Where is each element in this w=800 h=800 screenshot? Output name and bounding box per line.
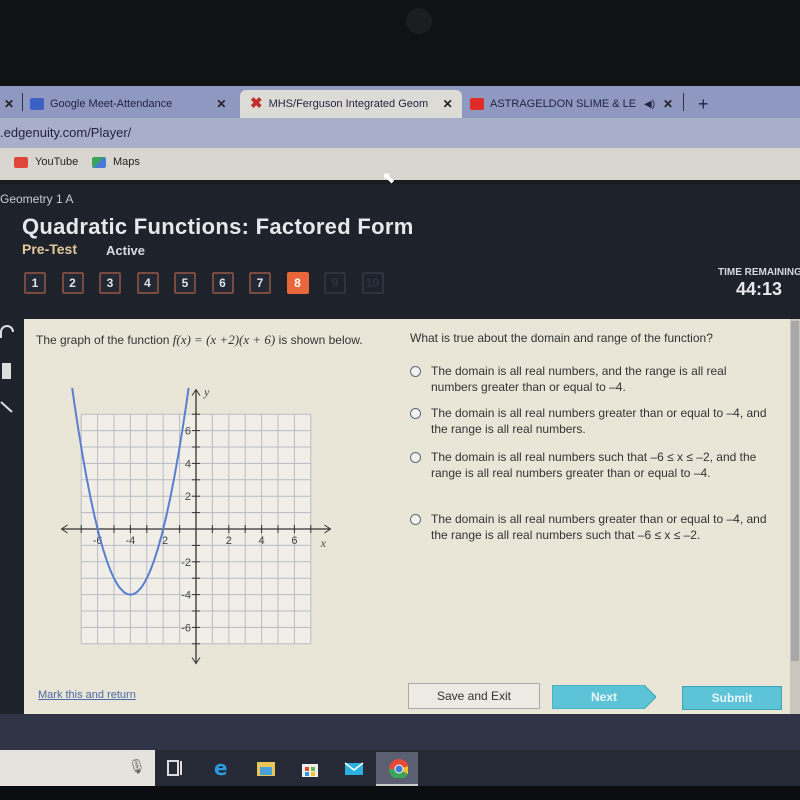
lesson-title: Quadratic Functions: Factored Form (22, 214, 414, 239)
bookmark-label: Maps (113, 156, 140, 168)
question-nav-5[interactable]: 5 (174, 272, 196, 294)
task-view-icon[interactable] (164, 758, 184, 778)
y-tick-label: -4 (181, 590, 191, 602)
option-text: The domain is all real numbers greater t… (431, 512, 767, 542)
headphones-icon[interactable] (0, 324, 14, 342)
taskbar-search-box[interactable]: 🎙 (0, 750, 155, 786)
x-logo-icon: ✖ (250, 95, 263, 112)
tab-youtube-video[interactable]: ASTRAGELDON SLIME & LEV ◀) ✕ (470, 90, 690, 118)
maps-icon (92, 156, 106, 168)
question-nav-6[interactable]: 6 (211, 272, 234, 294)
answer-option-4[interactable]: The domain is all real numbers greater t… (410, 511, 775, 543)
browser-tab-bar: ✕ Google Meet-Attendance ✕ ✖ MHS/Ferguso… (0, 86, 800, 118)
question-nav-7[interactable]: 7 (249, 272, 271, 294)
timer-value: 44:13 (736, 279, 783, 299)
next-button[interactable]: Next (552, 685, 656, 709)
radio-button[interactable] (410, 366, 421, 377)
close-icon[interactable]: ✕ (4, 97, 14, 111)
chrome-icon[interactable] (388, 758, 408, 778)
monitor-bezel (0, 0, 800, 86)
y-tick-label: -6 (181, 622, 191, 634)
answer-option-2[interactable]: The domain is all real numbers greater t… (410, 405, 775, 437)
tab-label: ASTRAGELDON SLIME & LEV (490, 98, 636, 110)
question-prompt: What is true about the domain and range … (410, 331, 713, 345)
plus-icon: + (698, 93, 709, 114)
speaker-icon[interactable]: ◀) (644, 99, 655, 110)
option-text: The domain is all real numbers, and the … (431, 364, 727, 394)
question-panel: The graph of the function f(x) = (x +2)(… (24, 319, 800, 714)
bookmarks-bar: YouTube Maps ⬉ (0, 148, 800, 187)
bookmark-maps[interactable]: Maps (92, 156, 140, 168)
y-tick-label: -2 (181, 557, 191, 569)
option-text: The domain is all real numbers greater t… (431, 406, 767, 436)
microsoft-store-icon[interactable] (300, 758, 320, 778)
scrollbar-thumb[interactable] (791, 321, 799, 661)
activity-status: Active (106, 243, 146, 258)
answer-option-1[interactable]: The domain is all real numbers, and the … (410, 363, 775, 395)
y-tick-label: 2 (185, 491, 191, 503)
youtube-icon (14, 156, 28, 168)
option-text: The domain is all real numbers such that… (431, 450, 757, 480)
next-label: Next (590, 690, 617, 704)
function-expression: f(x) = (x +2)(x + 6) (172, 332, 276, 347)
url-text[interactable]: .edgenuity.com/Player/ (0, 125, 131, 140)
question-nav-9: 9 (324, 272, 346, 294)
bookmark-youtube[interactable]: YouTube (14, 156, 78, 168)
microphone-icon[interactable]: 🎙 (128, 758, 146, 775)
tab-google-meet[interactable]: Google Meet-Attendance ✕ (30, 90, 240, 118)
function-graph: -6 -4 -2 2 4 6642-2-4-6xy (60, 385, 332, 665)
x-tick-label: 2 (226, 535, 232, 547)
save-and-exit-button[interactable]: Save and Exit (408, 683, 540, 709)
tab-mhs-ferguson[interactable]: ✖ MHS/Ferguson Integrated Geom ✕ (240, 90, 462, 118)
x-tick-label: 6 (291, 535, 297, 547)
new-tab-button[interactable]: + (698, 90, 709, 118)
submit-button[interactable]: Submit (682, 686, 782, 710)
tab-divider (22, 93, 23, 111)
y-tick-label: 6 (185, 426, 191, 438)
close-icon[interactable]: ✕ (663, 97, 673, 111)
bookmark-label: YouTube (35, 156, 79, 168)
answer-option-3[interactable]: The domain is all real numbers such that… (410, 449, 775, 481)
tab-previous-close[interactable]: ✕ (0, 90, 14, 118)
close-icon[interactable]: ✕ (443, 97, 453, 111)
monitor-lower-frame (0, 714, 800, 750)
question-nav-8[interactable]: 8 (286, 272, 309, 294)
youtube-icon (470, 98, 484, 110)
question-nav-3[interactable]: 3 (99, 272, 121, 294)
edge-browser-icon[interactable]: e (212, 758, 232, 778)
x-axis-label: x (320, 536, 327, 550)
tab-label: MHS/Ferguson Integrated Geom (268, 98, 429, 110)
edgenuity-player: Geometry 1 A Quadratic Functions: Factor… (0, 184, 800, 714)
timer-label: TIME REMAINING (718, 267, 800, 278)
address-bar[interactable]: .edgenuity.com/Player/ (0, 118, 800, 148)
mark-and-return-link[interactable]: Mark this and return (38, 689, 136, 701)
stem-text: is shown below. (275, 333, 363, 347)
x-tick-label: -4 (126, 535, 136, 547)
question-nav-4[interactable]: 4 (136, 272, 159, 294)
close-icon[interactable]: ✕ (216, 97, 226, 111)
file-explorer-icon[interactable] (256, 758, 276, 778)
google-meet-icon (30, 98, 44, 110)
pencil-icon[interactable] (0, 398, 14, 416)
desk-surface (0, 786, 800, 800)
stem-text: The graph of the function (36, 333, 173, 347)
tab-divider (683, 93, 684, 111)
question-stem: The graph of the function f(x) = (x +2)(… (36, 331, 376, 349)
webcam (406, 8, 432, 34)
radio-button[interactable] (410, 452, 421, 463)
activity-type: Pre-Test (22, 241, 77, 257)
question-nav-10: 10 (361, 272, 384, 294)
mail-icon[interactable] (344, 758, 364, 778)
notepad-icon[interactable] (0, 362, 14, 380)
question-nav-2[interactable]: 2 (61, 272, 84, 294)
y-tick-label: 4 (185, 458, 191, 470)
question-nav-1[interactable]: 1 (24, 272, 46, 294)
x-tick-label: 4 (259, 535, 265, 547)
tab-label: Google Meet-Attendance (50, 98, 173, 110)
radio-button[interactable] (410, 514, 421, 525)
course-name: Geometry 1 A (0, 192, 74, 206)
radio-button[interactable] (410, 408, 421, 419)
svg-text:e: e (214, 758, 228, 778)
y-axis-label: y (203, 385, 210, 399)
